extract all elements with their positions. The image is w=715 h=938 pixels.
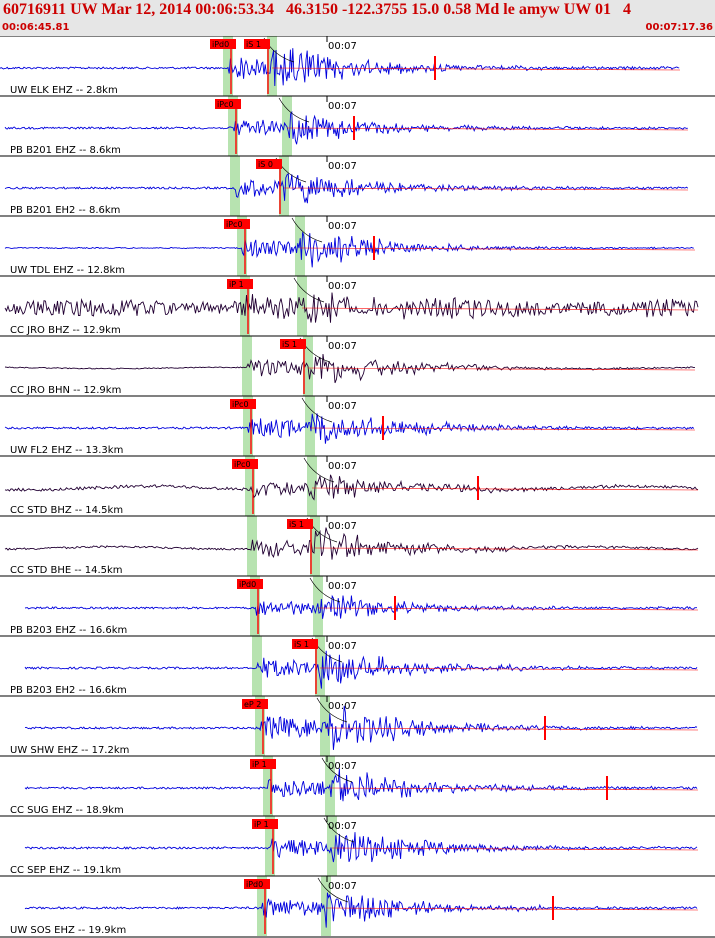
waveform-trace[interactable] xyxy=(24,594,697,619)
p-pick-label: iPd0 xyxy=(246,880,263,889)
minute-label: 00:07 xyxy=(328,581,357,592)
waveform-trace[interactable] xyxy=(4,413,695,444)
minute-label: 00:07 xyxy=(328,101,357,112)
waveform-trace[interactable] xyxy=(0,48,680,87)
p-pick-label: eP 2 xyxy=(244,700,261,709)
station-label: UW FL2 EHZ -- 13.3km xyxy=(10,445,123,456)
station-label: CC JRO BHZ -- 12.9km xyxy=(10,325,121,336)
s-pick-label: iS 1 xyxy=(289,520,304,529)
station-label: CC STD BHE -- 14.5km xyxy=(10,565,123,576)
station-label: UW ELK EHZ -- 2.8km xyxy=(10,85,118,96)
station-label: CC STD BHZ -- 14.5km xyxy=(10,505,123,516)
minute-label: 00:07 xyxy=(328,881,357,892)
waveform-trace[interactable] xyxy=(4,474,699,501)
minute-label: 00:07 xyxy=(328,761,357,772)
minute-label: 00:07 xyxy=(328,41,357,52)
p-pick-label: iPd0 xyxy=(212,40,229,49)
p-pick-label: iPd0 xyxy=(239,580,256,589)
s-pick-label: iS 1 xyxy=(294,640,309,649)
waveform-trace[interactable] xyxy=(24,705,698,750)
p-pick-label: iPc0 xyxy=(232,400,249,409)
p-pick-label: iP 1 xyxy=(254,820,269,829)
event-title: 60716911 UW Mar 12, 2014 00:06:53.34 46.… xyxy=(3,1,631,18)
station-label: PB B203 EHZ -- 16.6km xyxy=(10,625,127,636)
waveform-trace[interactable] xyxy=(24,892,698,928)
p-pick-label: iPc0 xyxy=(234,460,251,469)
minute-label: 00:07 xyxy=(328,401,357,412)
p-pick-label: iP 1 xyxy=(229,280,244,289)
station-label: CC SEP EHZ -- 19.1km xyxy=(10,865,121,876)
station-label: PB B201 EHZ -- 8.6km xyxy=(10,145,121,156)
waveform-trace[interactable] xyxy=(4,292,699,323)
event-header: 60716911 UW Mar 12, 2014 00:06:53.34 46.… xyxy=(0,0,715,36)
s-pick-label: iS 1 xyxy=(282,340,297,349)
waveform-trace[interactable] xyxy=(4,527,699,560)
window-end-time: 00:07:17.36 xyxy=(645,22,713,33)
minute-label: 00:07 xyxy=(328,521,357,532)
station-label: CC SUG EHZ -- 18.9km xyxy=(10,805,124,816)
waveform-trace[interactable] xyxy=(24,768,698,802)
minute-label: 00:07 xyxy=(328,821,357,832)
window-start-time: 00:06:45.81 xyxy=(2,22,70,33)
s-pick-label: iS 1 xyxy=(246,40,261,49)
station-label: UW SOS EHZ -- 19.9km xyxy=(10,925,126,936)
s-pick-label: iS 0 xyxy=(258,160,273,169)
minute-label: 00:07 xyxy=(328,341,357,352)
coda-line xyxy=(311,487,699,491)
station-label: PB B201 EH2 -- 8.6km xyxy=(10,205,120,216)
station-label: UW SHW EHZ -- 17.2km xyxy=(10,745,129,756)
station-label: UW TDL EHZ -- 12.8km xyxy=(10,265,125,276)
p-window-band xyxy=(230,156,240,216)
waveform-trace[interactable] xyxy=(24,832,698,863)
p-pick-label: iP 1 xyxy=(252,760,267,769)
station-label: CC JRO BHN -- 12.9km xyxy=(10,385,121,396)
minute-label: 00:07 xyxy=(328,641,357,652)
p-pick-label: iPc0 xyxy=(217,100,234,109)
station-label: PB B203 EH2 -- 16.6km xyxy=(10,685,127,696)
minute-label: 00:07 xyxy=(328,281,357,292)
minute-label: 00:07 xyxy=(328,221,357,232)
minute-label: 00:07 xyxy=(328,461,357,472)
waveform-trace[interactable] xyxy=(4,232,694,268)
p-pick-label: iPc0 xyxy=(226,220,243,229)
minute-label: 00:07 xyxy=(328,701,357,712)
minute-label: 00:07 xyxy=(328,161,357,172)
seismogram-panel[interactable]: iPd0 iS 1 00:07 UW ELK EHZ -- 2.8km iPc0 00:0… xyxy=(0,36,715,938)
